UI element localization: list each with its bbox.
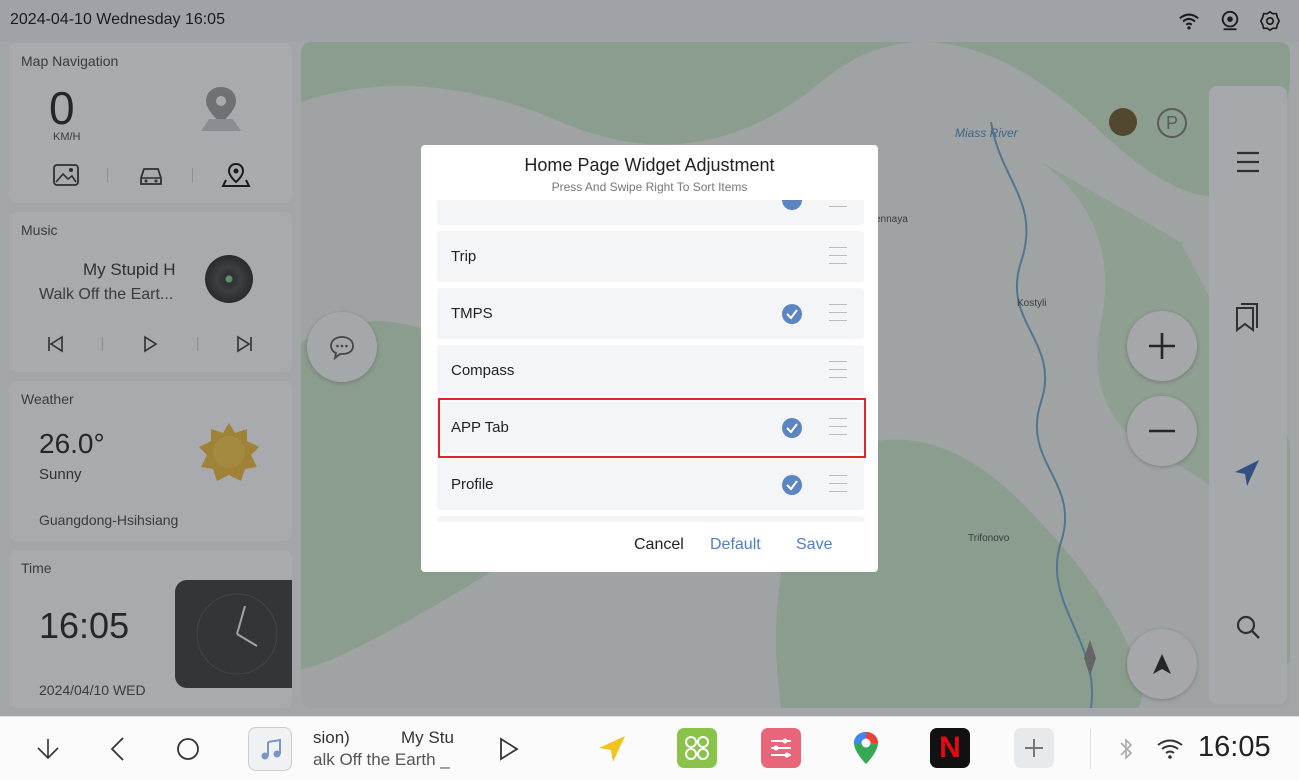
dialog-title: Home Page Widget Adjustment <box>524 155 775 175</box>
dock-music-title-a: sion) <box>313 728 350 747</box>
navigation-app-icon[interactable] <box>593 728 633 768</box>
dock-music-title-b: My Stu <box>401 728 454 747</box>
wifi-icon[interactable] <box>1156 736 1184 760</box>
add-app-button[interactable] <box>1014 728 1054 768</box>
selection-highlight <box>438 398 866 458</box>
divider <box>1090 729 1091 769</box>
music-note-icon <box>261 738 281 760</box>
equalizer-app-icon[interactable] <box>761 728 801 768</box>
widget-list[interactable]: Trip TMPS Compass APP Tab Profile <box>437 200 864 522</box>
list-item[interactable] <box>437 516 864 522</box>
apps-grid-icon[interactable] <box>677 728 717 768</box>
drag-handle-icon[interactable] <box>829 200 847 208</box>
checked-icon[interactable] <box>782 200 802 210</box>
list-item[interactable]: Compass <box>437 345 864 396</box>
list-item[interactable]: TMPS <box>437 288 864 339</box>
music-app-button[interactable] <box>248 727 292 771</box>
list-item[interactable]: Trip <box>437 231 864 282</box>
drag-handle-icon[interactable] <box>829 247 847 265</box>
checked-icon[interactable] <box>782 475 802 495</box>
plus-icon <box>1025 739 1043 757</box>
item-label: TMPS <box>451 305 493 322</box>
bottom-dock: sion) My Stu alk Off the Earth _ N 16:05 <box>0 716 1299 780</box>
collapse-down-icon[interactable] <box>34 735 62 763</box>
drag-handle-icon[interactable] <box>829 475 847 493</box>
default-button[interactable]: Default <box>710 536 761 554</box>
item-label: Compass <box>451 362 515 379</box>
play-icon[interactable] <box>494 735 522 763</box>
google-maps-icon[interactable] <box>846 728 886 768</box>
drag-handle-icon[interactable] <box>829 304 847 322</box>
widget-adjustment-dialog: Home Page Widget Adjustment Press And Sw… <box>421 145 878 572</box>
back-icon[interactable] <box>104 735 132 763</box>
dock-clock: 16:05 <box>1198 731 1271 763</box>
dialog-subtitle: Press And Swipe Right To Sort Items <box>551 180 748 194</box>
cancel-button[interactable]: Cancel <box>634 536 684 554</box>
list-item[interactable] <box>437 200 864 225</box>
list-item[interactable]: Profile <box>437 459 864 510</box>
bluetooth-icon[interactable] <box>1116 737 1136 761</box>
dock-music-artist: alk Off the Earth _ <box>313 750 450 769</box>
item-label: Profile <box>451 476 494 493</box>
item-label: Trip <box>451 248 477 265</box>
netflix-app-icon[interactable]: N <box>930 728 970 768</box>
checked-icon[interactable] <box>782 304 802 324</box>
drag-handle-icon[interactable] <box>829 361 847 379</box>
save-button[interactable]: Save <box>796 536 832 554</box>
home-icon[interactable] <box>174 735 202 763</box>
